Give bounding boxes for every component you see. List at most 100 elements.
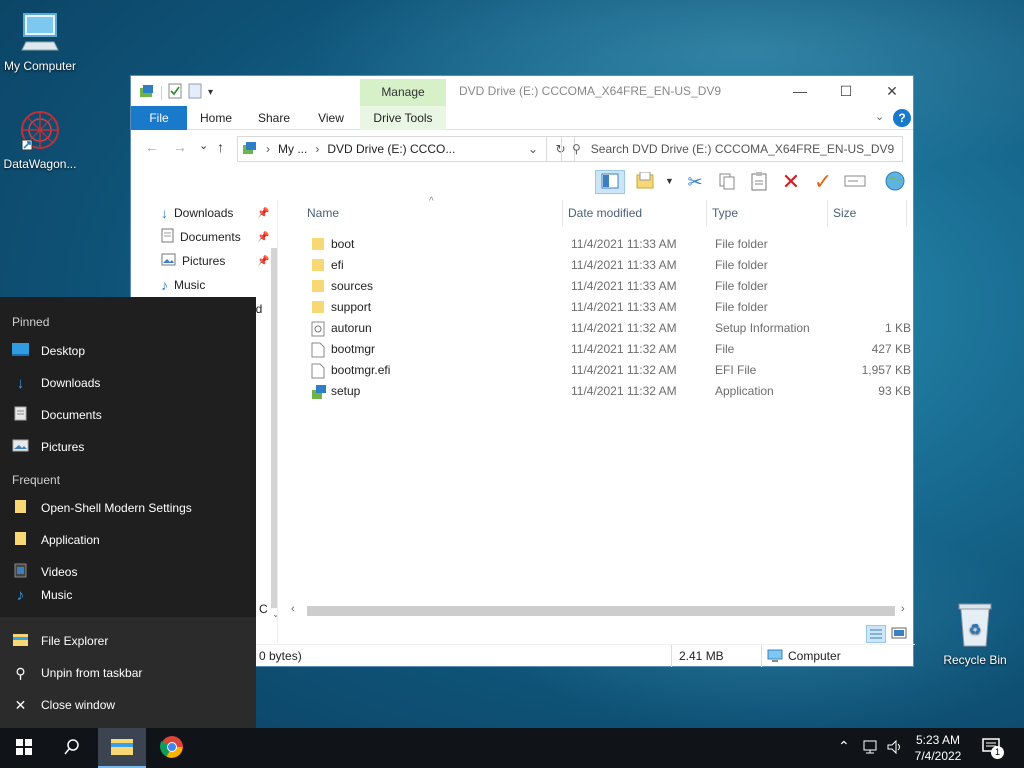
large-icons-view-button[interactable] <box>890 625 910 643</box>
scroll-right-icon[interactable]: › <box>901 603 905 615</box>
file-date: 11/4/2021 11:33 AM <box>571 258 677 272</box>
nav-item-documents[interactable]: Documents 📌 <box>161 226 269 248</box>
forward-button[interactable]: → <box>173 139 187 155</box>
jump-list-action-close-window[interactable]: ✕ Close window <box>12 693 115 717</box>
file-row[interactable]: setup 11/4/2021 11:32 AM Application 93 KB <box>307 381 911 402</box>
nav-item-downloads[interactable]: ↓ Downloads 📌 <box>161 202 269 224</box>
volume-icon[interactable] <box>886 739 904 758</box>
jump-list-item-application[interactable]: Application <box>12 528 100 552</box>
jump-list-frequent-header: Frequent <box>12 473 61 487</box>
qat-dropdown-icon[interactable]: ▾ <box>208 87 213 98</box>
recycle-bin-icon: ♻ <box>935 602 1015 651</box>
jump-list-item-pictures[interactable]: Pictures <box>12 435 84 459</box>
tab-view[interactable]: View <box>309 106 353 130</box>
column-header-type[interactable]: Type <box>712 206 738 220</box>
internet-button[interactable] <box>883 170 907 194</box>
paste-button[interactable] <box>747 170 771 194</box>
back-button[interactable]: ← <box>145 139 159 155</box>
file-row[interactable]: support 11/4/2021 11:33 AM File folder <box>307 297 907 318</box>
column-divider[interactable] <box>562 200 563 226</box>
desktop-icon-recycle-bin[interactable]: ♻ Recycle Bin <box>935 602 1015 667</box>
folder-options-button[interactable] <box>633 170 657 194</box>
jump-list-item-music[interactable]: ♪ Music <box>12 583 73 607</box>
scroll-left-icon[interactable]: ‹ <box>291 603 295 615</box>
jump-list-item-desktop[interactable]: Desktop <box>12 339 85 363</box>
file-date: 11/4/2021 11:33 AM <box>571 237 677 251</box>
delete-button[interactable]: ✕ <box>779 169 803 194</box>
ribbon-expand-icon[interactable]: ⌄ <box>875 110 884 123</box>
jump-list-item-label: File Explorer <box>41 634 109 648</box>
file-row[interactable]: efi 11/4/2021 11:33 AM File folder <box>307 255 907 276</box>
column-header-size[interactable]: Size <box>833 206 856 220</box>
scrollbar-thumb[interactable] <box>307 606 895 616</box>
file-row[interactable]: boot 11/4/2021 11:33 AM File folder <box>307 234 907 255</box>
title-bar[interactable]: ▾ Manage DVD Drive (E:) CCCOMA_X64FRE_EN… <box>131 76 913 106</box>
pin-icon[interactable]: 📌 <box>257 232 269 243</box>
file-name: autorun <box>331 321 372 335</box>
clock-time: 5:23 AM <box>915 733 961 747</box>
jump-list-item-videos[interactable]: Videos <box>12 560 77 584</box>
recent-locations-button[interactable]: ⌄ <box>199 139 208 152</box>
start-button[interactable] <box>0 728 48 768</box>
show-hidden-icons-button[interactable]: ⌃ <box>838 738 850 755</box>
tab-drive-tools[interactable]: Drive Tools <box>360 106 446 130</box>
unpin-icon: ⚲ <box>15 664 26 681</box>
file-row[interactable]: sources 11/4/2021 11:33 AM File folder <box>307 276 907 297</box>
file-row[interactable]: bootmgr 11/4/2021 11:32 AM File 427 KB <box>307 339 911 360</box>
scroll-down-icon[interactable]: ⌄ <box>272 609 277 620</box>
jump-list-action-unpin[interactable]: ⚲ Unpin from taskbar <box>12 661 142 685</box>
nav-item-label: Pictures <box>182 254 226 268</box>
address-bar[interactable]: › My ... › DVD Drive (E:) CCCO... ⌄ <box>237 136 547 162</box>
drive-setup-icon[interactable] <box>139 83 155 102</box>
jump-list-item-open-shell[interactable]: Open-Shell Modern Settings <box>12 496 192 520</box>
breadcrumb-my-computer[interactable]: My ... <box>278 142 307 156</box>
jump-list-action-file-explorer[interactable]: File Explorer <box>12 629 108 653</box>
search-input[interactable]: ⚲ Search DVD Drive (E:) CCCOMA_X64FRE_EN… <box>561 136 903 162</box>
cut-button[interactable]: ✂ <box>683 170 707 194</box>
address-row: ← → ⌄ ↑ › My ... › DVD Drive (E:) CCCO..… <box>131 130 913 166</box>
taskbar-chrome[interactable] <box>148 728 196 768</box>
nav-scrollbar[interactable] <box>271 248 277 608</box>
new-folder-icon[interactable] <box>188 83 202 102</box>
column-header-date[interactable]: Date modified <box>568 206 642 220</box>
taskbar-file-explorer[interactable] <box>98 728 146 768</box>
properties-icon[interactable] <box>168 83 182 102</box>
maximize-button[interactable]: ☐ <box>823 76 869 106</box>
jump-list-item-documents[interactable]: Documents <box>12 403 102 427</box>
system-clock[interactable]: 5:23 AM 7/4/2022 <box>906 732 970 764</box>
copy-button[interactable] <box>715 170 739 194</box>
column-divider[interactable] <box>706 200 707 226</box>
tab-manage[interactable]: Manage <box>360 79 446 106</box>
nav-item-partial[interactable]: C <box>259 598 268 620</box>
column-header-name[interactable]: Name <box>307 206 339 220</box>
pin-icon[interactable]: 📌 <box>257 256 269 267</box>
desktop-icon-datawagon[interactable]: DataWagon... <box>0 108 80 171</box>
action-center-button[interactable]: 1 <box>982 738 1004 759</box>
network-icon[interactable] <box>862 739 880 758</box>
minimize-button[interactable]: — <box>777 76 823 106</box>
folder-options-dropdown-icon[interactable]: ▼ <box>665 176 674 186</box>
tab-file[interactable]: File <box>131 106 187 130</box>
preview-pane-button[interactable] <box>595 170 625 194</box>
column-divider[interactable] <box>906 200 907 226</box>
search-button[interactable] <box>48 728 96 768</box>
jump-list-item-downloads[interactable]: ↓ Downloads <box>12 371 101 395</box>
tab-share[interactable]: Share <box>251 106 297 130</box>
close-button[interactable]: ✕ <box>869 76 915 106</box>
address-dropdown-icon[interactable]: ⌄ <box>528 142 538 156</box>
breadcrumb-dvd-drive[interactable]: DVD Drive (E:) CCCO... <box>327 142 455 156</box>
up-button[interactable]: ↑ <box>217 139 224 155</box>
nav-item-music[interactable]: ♪ Music <box>161 274 205 296</box>
help-icon[interactable]: ? <box>893 109 911 127</box>
desktop-icon-my-computer[interactable]: My Computer <box>0 10 80 73</box>
details-view-button[interactable] <box>866 625 886 643</box>
pin-icon[interactable]: 📌 <box>257 208 269 219</box>
horizontal-scrollbar[interactable]: ‹ › <box>289 603 909 618</box>
tab-home[interactable]: Home <box>193 106 239 130</box>
file-row[interactable]: autorun 11/4/2021 11:32 AM Setup Informati… <box>307 318 911 339</box>
nav-item-pictures[interactable]: Pictures 📌 <box>161 250 269 272</box>
file-row[interactable]: bootmgr.efi 11/4/2021 11:32 AM EFI File 1,9… <box>307 360 911 381</box>
rename-button[interactable] <box>843 170 867 194</box>
column-divider[interactable] <box>827 200 828 226</box>
properties-button[interactable]: ✓ <box>811 169 835 194</box>
